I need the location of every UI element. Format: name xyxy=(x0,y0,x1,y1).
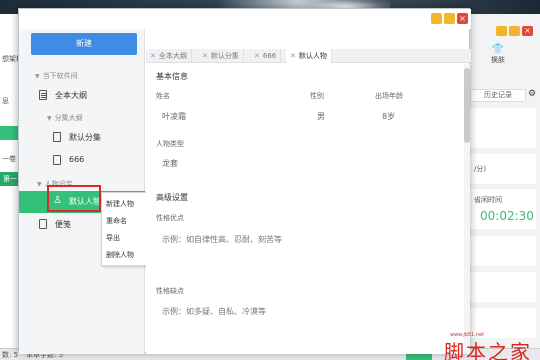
strengths-field[interactable]: 示例：如自律性高、忍耐、刻苦等 xyxy=(162,234,282,245)
list-icon xyxy=(39,90,47,100)
caret-down-icon: ▼ xyxy=(35,73,40,80)
close-button[interactable]: × xyxy=(457,13,468,24)
weakness-label: 性格缺点 xyxy=(156,287,184,295)
timer-card: 省闲时间 00:02:30 xyxy=(470,189,536,229)
background-app-right-panel: × 👕 换肤 历史记录 ⚙ /分) 省闲时间 00:02:30 xyxy=(466,14,540,360)
bg-text: 一卷 xyxy=(2,155,16,163)
background-app-sidebar: 想架构 息 一卷 第一 xyxy=(0,14,23,360)
content-scrollbar[interactable] xyxy=(464,64,470,354)
section-label: 分集大纲 xyxy=(54,114,83,122)
annotation-highlight-box xyxy=(47,185,101,212)
rate-text: /分) xyxy=(474,165,487,173)
sidebar-item-label: 默认分集 xyxy=(69,133,101,142)
caret-down-icon: ▼ xyxy=(37,181,42,188)
sidebar-item-outline[interactable]: 全本大纲 xyxy=(19,85,145,107)
bg-card xyxy=(470,236,536,266)
tab-666[interactable]: ✕ 666 xyxy=(250,49,282,63)
type-label: 人物类型 xyxy=(156,140,184,148)
document-icon xyxy=(53,155,61,165)
gear-icon[interactable]: ⚙ xyxy=(528,89,536,99)
bg-text: 息 xyxy=(2,97,9,105)
bg-minimize-button[interactable] xyxy=(496,26,507,36)
weakness-field[interactable]: 示例：如多疑、自私、冷漠等 xyxy=(162,306,266,317)
minimize-button[interactable] xyxy=(431,13,442,24)
name-label: 姓名 xyxy=(156,92,170,100)
tab-default-chapter[interactable]: ✕ 默认分集 xyxy=(198,49,244,63)
skin-label: 换肤 xyxy=(491,56,505,64)
strengths-label: 性格优点 xyxy=(156,214,184,222)
sidebar-item-default-chapter[interactable]: 默认分集 xyxy=(19,127,145,149)
tab-label: 默认人物 xyxy=(298,52,327,60)
new-button[interactable]: 新建 xyxy=(31,33,137,55)
section-label: 当下软件间 xyxy=(42,72,78,80)
advanced-title: 高级设置 xyxy=(156,193,188,202)
context-menu-item-delete[interactable]: 删除人物 xyxy=(106,250,134,260)
note-icon xyxy=(39,219,47,229)
section-local[interactable]: ▼ 当下软件间 xyxy=(35,71,78,81)
bg-maximize-button[interactable] xyxy=(509,26,520,36)
gender-label: 性别 xyxy=(310,92,324,100)
name-field[interactable]: 叶凌霜 xyxy=(162,111,186,122)
timer-value: 00:02:30 xyxy=(480,209,534,223)
section-chapters[interactable]: ▼ 分集大纲 xyxy=(47,113,83,123)
caret-down-icon: ▼ xyxy=(47,115,52,122)
tab-label: 全本大纲 xyxy=(158,52,187,60)
close-icon[interactable]: ✕ xyxy=(254,52,260,60)
bg-close-button[interactable]: × xyxy=(522,26,533,36)
bg-green-row[interactable]: 第一 xyxy=(0,172,20,186)
type-field[interactable]: 龙套 xyxy=(162,158,178,169)
sidebar-item-label: 全本大纲 xyxy=(55,91,87,100)
dialog-title-bar: × xyxy=(19,9,471,29)
sidebar-item-label: 666 xyxy=(69,155,85,164)
tab-label: 666 xyxy=(262,52,277,60)
status-word-count: 数: 5 xyxy=(2,351,19,359)
document-icon xyxy=(53,132,61,142)
character-editor: 基本信息 姓名 性别 出场年龄 叶凌霜 男 8岁 人物类型 龙套 高级设置 性格… xyxy=(146,64,466,354)
bg-card xyxy=(470,272,536,302)
sidebar-item-label: 便笺 xyxy=(55,220,71,229)
tab-default-character[interactable]: ✕ 默认人物 xyxy=(286,49,332,63)
bg-green-row[interactable] xyxy=(0,126,20,140)
age-label: 出场年龄 xyxy=(375,92,403,100)
maximize-button[interactable] xyxy=(444,13,455,24)
context-menu-item-export[interactable]: 导出 xyxy=(106,233,120,243)
context-menu-item-rename[interactable]: 重命名 xyxy=(106,216,127,226)
sidebar-item-666[interactable]: 666 xyxy=(19,150,145,172)
tab-outline[interactable]: ✕ 全本大纲 xyxy=(146,49,192,63)
tab-label: 默认分集 xyxy=(210,52,239,60)
close-icon[interactable]: ✕ xyxy=(290,52,296,60)
scrollbar-thumb[interactable] xyxy=(464,68,470,143)
gender-field[interactable]: 男 xyxy=(317,111,325,122)
basic-info-title: 基本信息 xyxy=(156,72,188,81)
age-field[interactable]: 8岁 xyxy=(382,111,395,122)
outline-dialog: × 新建 ▼ 当下软件间 全本大纲 ▼ 分集大纲 默认分集 666 ▼ 人物设定 ♙ … xyxy=(18,8,471,354)
history-button[interactable]: 历史记录 xyxy=(470,89,526,102)
timer-label: 省闲时间 xyxy=(474,196,502,204)
tab-bar: ✕ 全本大纲 ✕ 默认分集 ✕ 666 ✕ 默认人物 xyxy=(146,49,471,63)
context-menu-item-new-character[interactable]: 新建人物 xyxy=(106,199,134,209)
bg-card xyxy=(470,108,536,148)
skin-button[interactable]: 👕 换肤 xyxy=(478,44,518,65)
shirt-icon: 👕 xyxy=(491,44,505,55)
close-icon[interactable]: ✕ xyxy=(202,52,208,60)
close-icon[interactable]: ✕ xyxy=(150,52,156,60)
bg-text: 第一 xyxy=(3,175,17,183)
bg-card-rate: /分) xyxy=(470,154,536,184)
watermark-logo: 脚本之家 xyxy=(444,340,532,360)
